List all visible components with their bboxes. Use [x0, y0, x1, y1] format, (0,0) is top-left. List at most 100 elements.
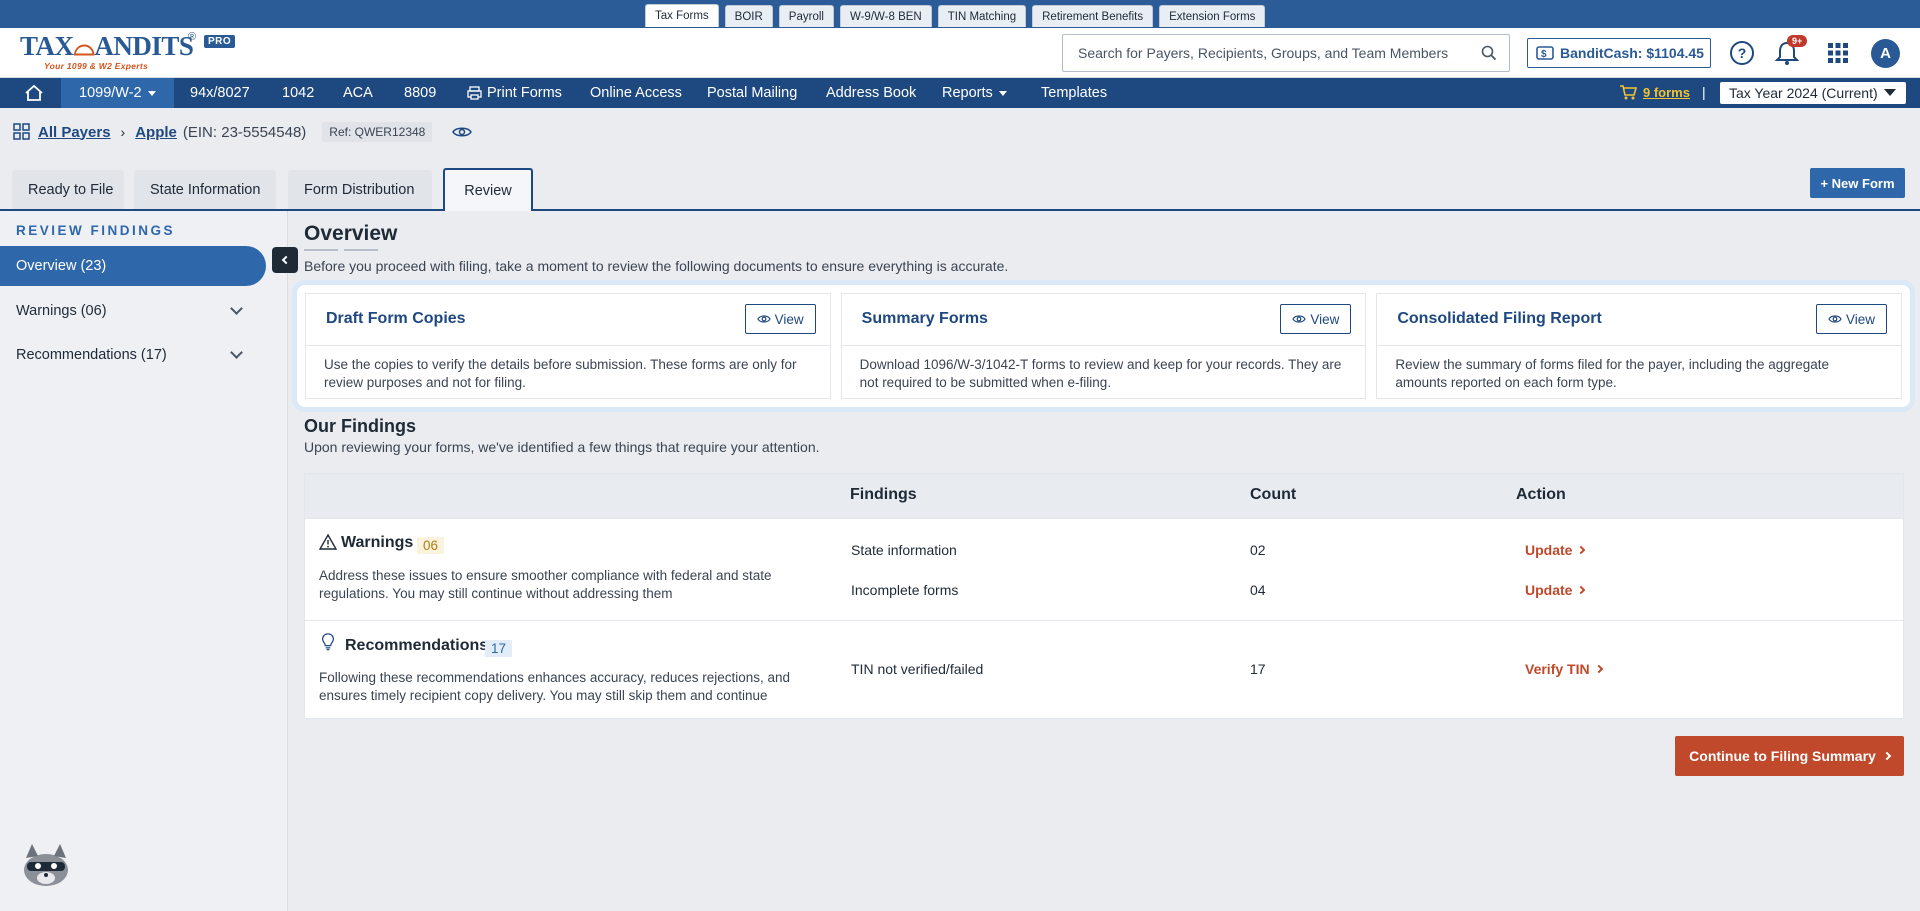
nav-print-forms[interactable]: Print Forms: [467, 78, 562, 108]
nav-8809[interactable]: 8809: [404, 78, 436, 108]
action-label: Update: [1525, 582, 1573, 598]
warnings-description: Address these issues to ensure smoother …: [319, 568, 772, 601]
nav-1099-w2[interactable]: 1099/W-2: [61, 78, 174, 108]
card-summary-forms: Summary Forms View Download 1096/W-3/104…: [840, 293, 1367, 399]
findings-title: Our Findings: [304, 416, 416, 436]
tab-state-information[interactable]: State Information: [134, 170, 276, 209]
tab-ready-to-file[interactable]: Ready to File: [12, 170, 124, 209]
sidebar-item-warnings-label: Warnings (06): [16, 303, 107, 319]
cart-link[interactable]: 9 forms: [1619, 84, 1690, 100]
view-draft-copies-button[interactable]: View: [744, 304, 816, 334]
global-search[interactable]: [1062, 34, 1510, 72]
column-header-action: Action: [1516, 486, 1566, 503]
search-input[interactable]: [1078, 35, 1468, 71]
registered-mark: ®: [188, 31, 197, 43]
chevron-right-icon: [1577, 585, 1586, 595]
chevron-down-icon: [147, 90, 156, 96]
sidebar-item-recommendations-label: Recommendations (17): [16, 347, 167, 363]
cart-count-label: 9 forms: [1643, 84, 1690, 100]
sidebar-item-recommendations[interactable]: Recommendations (17): [16, 343, 243, 367]
card-divider: [1377, 345, 1902, 346]
findings-subtitle: Upon reviewing your forms, we've identif…: [304, 439, 820, 455]
view-button-label: View: [1310, 311, 1340, 327]
card-title: Draft Form Copies: [326, 310, 466, 327]
product-tab-boir[interactable]: BOIR: [724, 5, 773, 27]
nav-94x-8027[interactable]: 94x/8027: [190, 78, 250, 108]
reference-badge: Ref: QWER12348: [322, 122, 433, 142]
product-tabs: Tax Forms BOIR Payroll W-9/W-8 BEN TIN M…: [645, 4, 1266, 27]
nav-reports[interactable]: Reports: [942, 78, 1007, 108]
nav-address-book[interactable]: Address Book: [826, 78, 916, 108]
nav-1042[interactable]: 1042: [282, 78, 314, 108]
eye-icon: [756, 315, 771, 323]
collapse-sidebar-button[interactable]: [272, 247, 298, 273]
card-title: Consolidated Filing Report: [1397, 310, 1602, 327]
logo-tagline: Your 1099 & W2 Experts: [44, 61, 149, 71]
warnings-count-badge: 06: [417, 537, 445, 554]
card-divider: [841, 345, 1366, 346]
new-form-button[interactable]: + New Form: [1810, 168, 1905, 198]
tab-form-distribution[interactable]: Form Distribution: [288, 170, 432, 209]
nav-1099-w2-label: 1099/W-2: [79, 85, 142, 101]
findings-table-header: Findings Count Action: [305, 474, 1903, 518]
tab-review[interactable]: Review: [443, 168, 533, 211]
count-tin-not-verified: 17: [1250, 661, 1266, 677]
nav-postal-mailing[interactable]: Postal Mailing: [707, 78, 797, 108]
taxbandits-logo[interactable]: TAX⌓ANDITS ® PRO Your 1099 & W2 Experts: [20, 31, 260, 75]
help-icon[interactable]: ?: [1728, 39, 1756, 67]
overview-cards: Draft Form Copies View Use the copies to…: [297, 285, 1910, 407]
sidebar-item-overview[interactable]: Overview (23): [0, 246, 266, 286]
count-state-information: 02: [1250, 542, 1266, 558]
search-icon[interactable]: [1481, 45, 1497, 61]
sidebar-item-warnings[interactable]: Warnings (06): [16, 299, 243, 323]
product-strip: Tax Forms BOIR Payroll W-9/W-8 BEN TIN M…: [0, 0, 1920, 28]
breadcrumb-all-payers[interactable]: All Payers: [38, 124, 111, 141]
product-tab-w9-w8ben[interactable]: W-9/W-8 BEN: [839, 5, 932, 27]
breadcrumb: All Payers › Apple (EIN: 23-5554548) Ref…: [12, 120, 473, 144]
view-summary-forms-button[interactable]: View: [1280, 304, 1352, 334]
tax-year-select[interactable]: Tax Year 2024 (Current): [1720, 82, 1906, 104]
product-tab-retirement-benefits[interactable]: Retirement Benefits: [1032, 5, 1154, 27]
nav-separator: |: [1702, 84, 1706, 100]
home-icon[interactable]: [24, 84, 44, 102]
logo-text-a: TAX: [20, 31, 74, 61]
payers-grid-icon: [13, 123, 30, 140]
nav-aca[interactable]: ACA: [343, 78, 373, 108]
product-tab-payroll[interactable]: Payroll: [778, 5, 834, 27]
product-tab-extension-forms[interactable]: Extension Forms: [1159, 5, 1266, 27]
overview-subtitle: Before you proceed with filing, take a m…: [304, 258, 1009, 274]
bandit-mascot-icon[interactable]: [18, 840, 74, 890]
svg-text:?: ?: [1738, 45, 1747, 61]
card-consolidated-filing-report: Consolidated Filing Report View Review t…: [1376, 293, 1903, 399]
nav-templates[interactable]: Templates: [1041, 78, 1107, 108]
tax-year-value: Tax Year 2024 (Current): [1729, 85, 1878, 101]
notification-count-badge: 9+: [1787, 35, 1808, 47]
view-consolidated-report-button[interactable]: View: [1816, 304, 1888, 334]
continue-to-filing-summary-button[interactable]: Continue to Filing Summary: [1675, 736, 1904, 776]
update-incomplete-forms-link[interactable]: Update: [1525, 582, 1586, 598]
apps-grid-icon[interactable]: [1824, 39, 1852, 67]
product-tab-tax-forms[interactable]: Tax Forms: [645, 4, 719, 27]
nav-online-access[interactable]: Online Access: [590, 78, 682, 108]
chevron-right-icon: [1594, 664, 1603, 674]
verify-tin-link[interactable]: Verify TIN: [1525, 661, 1603, 677]
chevron-down-icon: [230, 302, 243, 315]
product-tab-tin-matching[interactable]: TIN Matching: [937, 5, 1027, 27]
eye-icon[interactable]: [452, 125, 473, 139]
user-avatar[interactable]: A: [1871, 39, 1900, 68]
nav-reports-label: Reports: [942, 85, 993, 101]
logo-mask-icon: ⌓: [73, 31, 95, 61]
action-label: Verify TIN: [1525, 661, 1590, 677]
payer-ein: (EIN: 23-5554548): [182, 123, 307, 141]
bandit-cash-button[interactable]: $ BanditCash: $1104.45: [1527, 38, 1711, 68]
card-description: Download 1096/W-3/1042-T forms to review…: [859, 357, 1342, 390]
card-draft-form-copies: Draft Form Copies View Use the copies to…: [305, 293, 831, 399]
recommendations-title: Recommendations: [345, 637, 489, 654]
breadcrumb-payer[interactable]: Apple: [135, 124, 177, 141]
warning-icon: [319, 533, 337, 550]
update-state-information-link[interactable]: Update: [1525, 542, 1586, 558]
card-description: Review the summary of forms filed for th…: [1395, 357, 1830, 390]
logo-pro-badge: PRO: [204, 35, 236, 48]
wallet-icon: $: [1536, 46, 1554, 60]
main-nav: 1099/W-2 94x/8027 1042 ACA 8809 Print Fo…: [0, 78, 1920, 108]
